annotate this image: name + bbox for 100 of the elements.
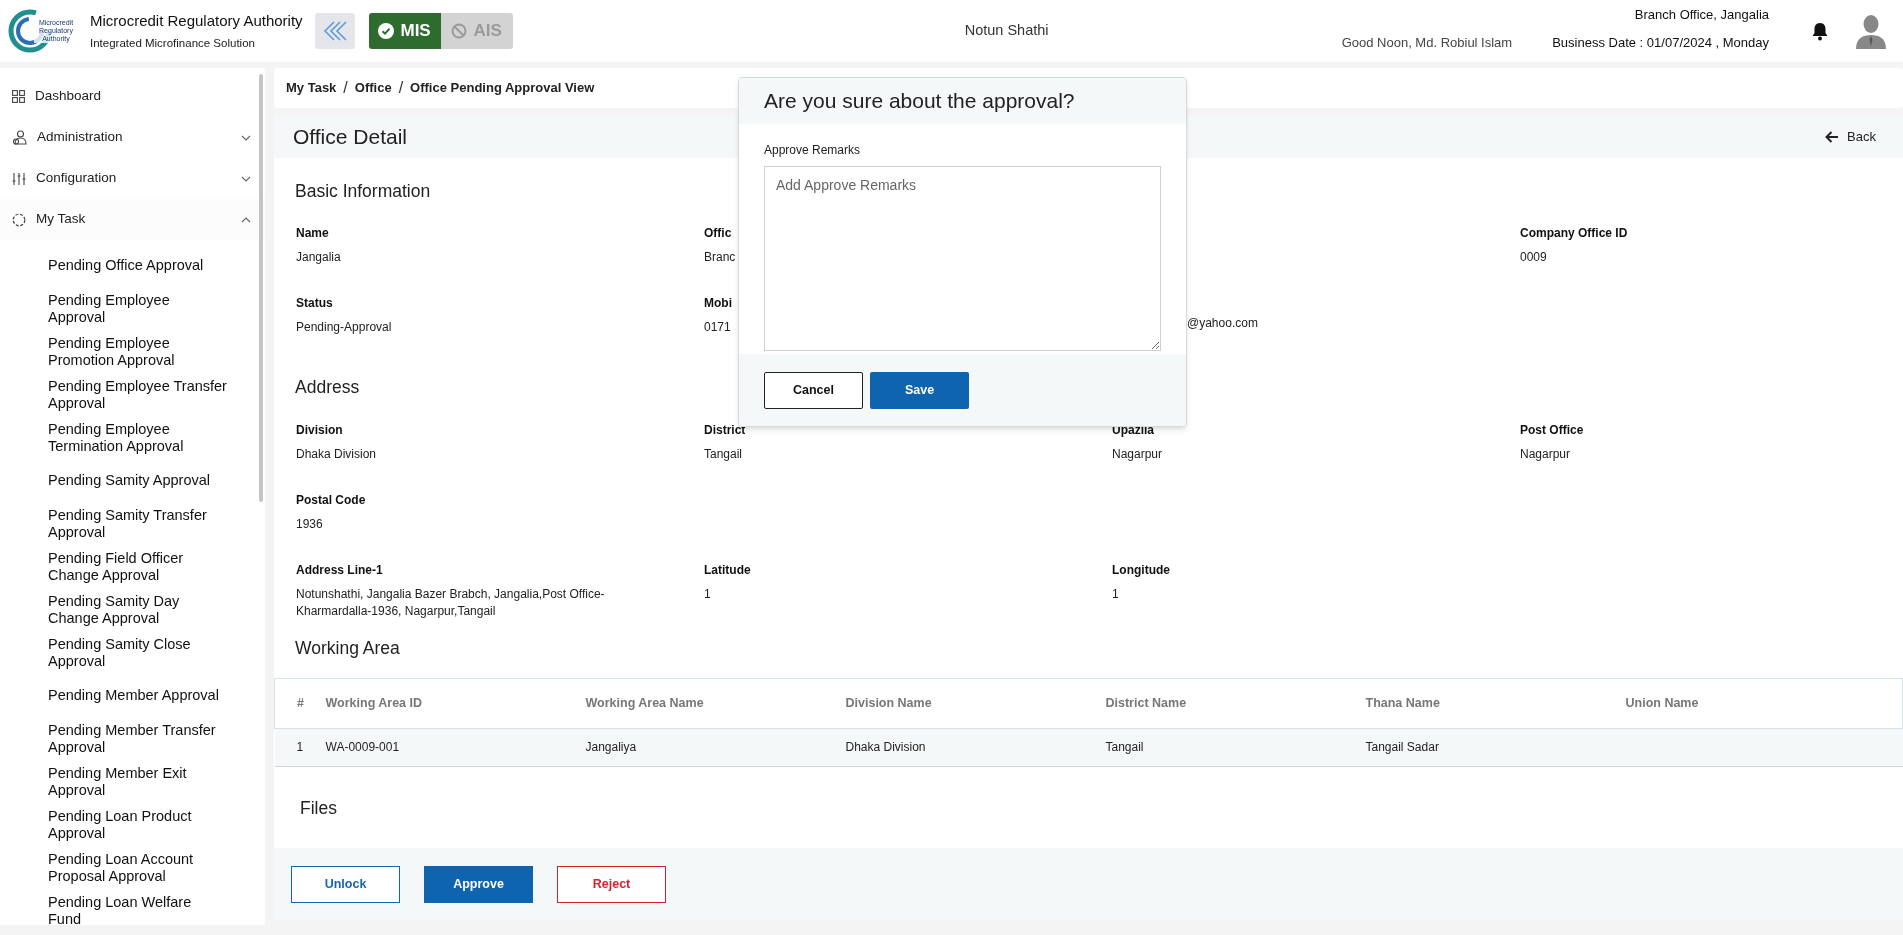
greeting-text: Good Noon, Md. Robiul Islam [1341,33,1513,52]
org-name: Microcredit Regulatory Authority [90,10,303,31]
section-title: Basic Information [295,180,431,203]
chevron-down-icon [241,134,251,141]
column-header: District Name [1105,678,1366,729]
submenu-item[interactable]: Pending Samity Transfer Approval [48,506,228,541]
submenu-item[interactable]: Pending Employee Approval [48,291,228,326]
column-header: Working Area Name [585,678,846,729]
field-value: Notunshathi, Jangalia Bazer Brabch, Jangalia,Post Office-Kharmardalla-1936, Nagarpur,Tangail [296,585,606,620]
double-chevron-left-icon [321,20,348,42]
field-value: Branc [704,249,737,267]
dashed-circle-icon [12,212,26,227]
field-value: 0009 [1520,249,1548,267]
users-icon [12,130,27,145]
table-cell: Jangaliya [585,728,846,767]
remarks-textarea[interactable]: Add Approve Remarks [764,166,1161,351]
field-value: Nagarpur [1520,445,1572,463]
field-label: Name [296,225,330,243]
back-button[interactable]: Back [1825,126,1876,147]
field-value: Tangail [704,445,744,463]
table-cell: 1 [274,728,326,767]
breadcrumb-separator: / [343,78,348,98]
branch-name: Branch Office, Jangalia [1634,6,1769,24]
field-value: 0171 [704,319,732,337]
submenu-item[interactable]: Pending Loan Account Proposal Approval [48,850,228,885]
field-value: 1 [1112,585,1120,603]
table-cell: WA-0009-001 [325,728,586,767]
table-cell: Tangail Sadar [1365,728,1626,767]
submenu-item[interactable]: Pending Field Officer Change Approval [48,549,228,584]
org-subtitle: Integrated Microfinance Solution [90,36,256,52]
field-value: Pending-Approval [296,319,393,337]
submenu-item[interactable]: Pending Samity Day Change Approval [48,592,228,627]
table-cell: Tangail [1105,728,1366,767]
field-label: Approve Remarks [764,142,862,159]
breadcrumb-link[interactable]: Office Pending Approval View [410,78,595,98]
submenu-item[interactable]: Pending Office Approval [48,257,228,274]
submenu-item[interactable]: Pending Employee Transfer Approval [48,377,228,412]
bell-icon [1811,21,1829,41]
section-title: Address [295,376,360,400]
collapse-sidebar-button[interactable] [314,13,355,49]
sidebar-item[interactable]: Administration [0,117,265,158]
submenu-item[interactable]: Pending Employee Termination Approval [48,420,228,455]
field-value: @yahoo.com [1187,315,1259,333]
field-label: Mobi [704,295,733,313]
submenu-item[interactable]: Pending Samity Close Approval [48,635,228,670]
business-date: Business Date : 01/07/2024 , Monday [1552,33,1769,52]
chevron-up-icon [241,216,251,223]
company-name: Notun Shathi [963,21,1050,41]
field-label: Status [296,295,334,313]
column-header: Thana Name [1365,678,1626,729]
sidebar-item[interactable]: Dashboard [0,76,265,117]
field-label: Longitude [1112,561,1171,579]
field-label: Address Line-1 [296,561,384,579]
submenu-item[interactable]: Pending Employee Promotion Approval [48,334,228,369]
field-value: Jangalia [296,249,342,267]
submenu-item[interactable]: Pending Member Transfer Approval [48,721,228,756]
check-circle-icon [378,23,395,39]
section-title: Working Area [295,636,400,660]
breadcrumb-link[interactable]: Office [354,78,392,98]
column-header: Union Name [1625,678,1903,729]
dialog-button[interactable]: Save [870,371,969,409]
user-avatar-button[interactable] [1855,13,1887,49]
dialog-title: Are you sure about the approval? [764,88,1075,115]
chevron-down-icon [241,175,251,182]
submenu-item[interactable]: Pending Samity Approval [48,472,228,489]
submenu-item[interactable]: Pending Member Exit Approval [48,764,228,799]
user-silhouette-icon [1855,13,1887,49]
field-label: District [704,421,747,439]
arrow-left-icon [1825,130,1840,143]
field-value: Dhaka Division [296,445,378,463]
column-header: # [274,678,326,729]
field-label: Division [296,421,344,439]
ban-icon [451,23,468,39]
field-value: Nagarpur [1112,445,1164,463]
submenu-item[interactable]: Pending Member Approval [48,687,228,704]
breadcrumb-separator: / [398,78,404,98]
column-header: Working Area ID [325,678,586,729]
column-header: Division Name [845,678,1106,729]
field-label: Company Office ID [1520,225,1629,243]
scrollbar-thumb[interactable] [259,74,263,502]
section-title: Files [300,796,337,820]
breadcrumb-link[interactable]: My Task [286,78,337,98]
dialog-button[interactable]: Cancel [764,371,863,409]
field-label: Latitude [704,561,752,579]
field-value: 1936 [296,515,324,533]
action-button[interactable]: Approve [424,865,533,903]
page-title: Office Detail [293,123,407,150]
module-tab[interactable]: MIS [368,13,441,49]
grid-icon [12,90,25,103]
field-label: Post Office [1520,421,1585,439]
sliders-icon [12,171,26,186]
submenu-item[interactable]: Pending Loan Product Approval [48,807,228,842]
table-cell: Dhaka Division [845,728,1106,767]
action-button[interactable]: Unlock [291,865,400,903]
field-value: 1 [704,585,712,603]
action-button[interactable]: Reject [557,865,666,903]
field-label: Offic [704,225,733,243]
sidebar-item[interactable]: Configuration [0,158,265,199]
field-label: Postal Code [296,491,367,509]
submenu-item[interactable]: Pending Loan Welfare Fund [48,893,228,925]
